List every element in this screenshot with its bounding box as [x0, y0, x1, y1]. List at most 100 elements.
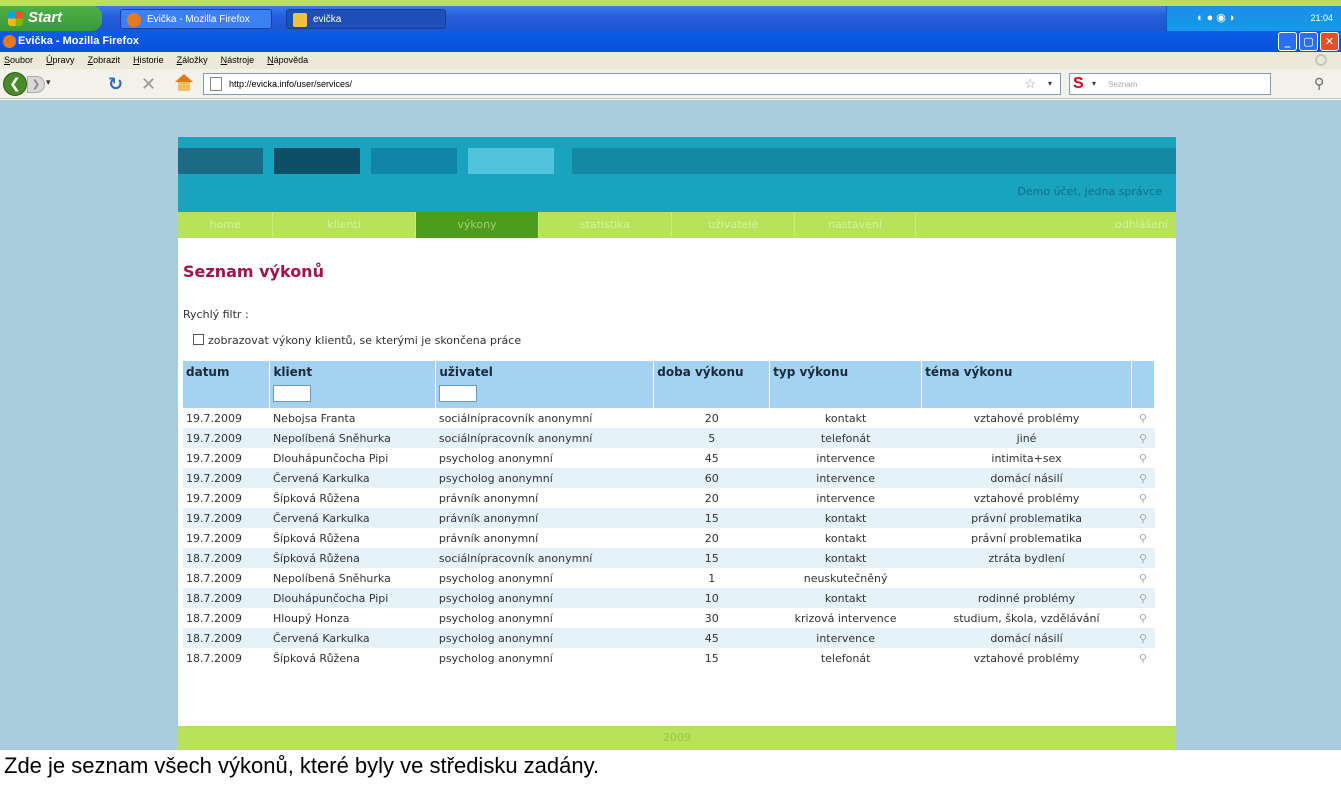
menu-historie[interactable]: Historie — [133, 55, 164, 69]
nav-home[interactable]: home — [178, 212, 273, 238]
nav-logout[interactable]: odhlášení — [916, 212, 1176, 238]
services-table: datum klient uživatel doba výkonu typ vý… — [183, 361, 1156, 668]
detail-magnifier-icon[interactable]: ⚲ — [1131, 468, 1155, 488]
column-header-uzivatel[interactable]: uživatel — [435, 361, 655, 408]
cell-datum: 18.7.2009 — [183, 588, 270, 608]
table-row[interactable]: 19.7.2009 Dlouhápunčocha Pipi psycholog an… — [183, 448, 1155, 468]
address-bar[interactable]: http://evicka.info/user/services/ ☆ ▾ — [203, 73, 1061, 95]
user-filter-input[interactable] — [439, 385, 478, 402]
menu-zalozky[interactable]: Záložky — [177, 55, 208, 69]
table-row[interactable]: 19.7.2009 Červená Karkulka psycholog anony… — [183, 468, 1155, 488]
table-row[interactable]: 18.7.2009 Šípková Růžena sociálnípracovník… — [183, 548, 1155, 568]
table-row[interactable]: 19.7.2009 Šípková Růžena právník anonymní 2… — [183, 528, 1155, 548]
finished-clients-filter[interactable]: zobrazovat výkony klientů, se kterými je… — [193, 334, 521, 347]
cell-typ: intervence — [769, 488, 922, 508]
table-row[interactable]: 19.7.2009 Šípková Růžena právník anonymní 2… — [183, 488, 1155, 508]
maximize-button[interactable]: ▢ — [1299, 32, 1318, 51]
nav-uzivatele[interactable]: uživatelé — [672, 212, 795, 238]
history-dropdown-icon[interactable]: ▾ — [46, 78, 51, 88]
cell-doba: 15 — [653, 648, 770, 668]
cell-klient: Nepolíbená Sněhurka — [269, 568, 436, 588]
table-row[interactable]: 18.7.2009 Dlouhápunčocha Pipi psycholog an… — [183, 588, 1155, 608]
table-row[interactable]: 19.7.2009 Nebojsa Franta sociálnípracovník… — [183, 408, 1155, 428]
detail-magnifier-icon[interactable]: ⚲ — [1131, 648, 1155, 668]
nav-statistika[interactable]: statistika — [539, 212, 672, 238]
nav-nastaveni[interactable]: nastavení — [795, 212, 916, 238]
cell-datum: 18.7.2009 — [183, 568, 270, 588]
cell-uzivatel: psycholog anonymní — [435, 608, 654, 628]
stop-icon[interactable]: ✕ — [141, 74, 156, 95]
table-row[interactable]: 18.7.2009 Šípková Růžena psycholog anonymn… — [183, 648, 1155, 668]
cell-uzivatel: psycholog anonymní — [435, 468, 654, 488]
detail-magnifier-icon[interactable]: ⚲ — [1131, 548, 1155, 568]
bookmark-star-icon[interactable]: ☆ — [1024, 76, 1036, 92]
column-header-tema[interactable]: téma výkonu — [921, 361, 1132, 408]
tray-icons[interactable]: ◐●◉◗ — [1197, 11, 1239, 24]
cell-tema: právní problematika — [921, 508, 1132, 528]
table-row[interactable]: 18.7.2009 Nepolíbená Sněhurka psycholog an… — [183, 568, 1155, 588]
start-button[interactable]: Start — [0, 6, 102, 31]
table-row[interactable]: 19.7.2009 Nepolíbená Sněhurka sociálníprac… — [183, 428, 1155, 448]
detail-magnifier-icon[interactable]: ⚲ — [1131, 628, 1155, 648]
cell-doba: 1 — [653, 568, 770, 588]
url-dropdown-icon[interactable]: ▾ — [1048, 79, 1052, 88]
detail-magnifier-icon[interactable]: ⚲ — [1131, 408, 1155, 428]
minimize-button[interactable]: _ — [1278, 32, 1297, 51]
cell-typ: kontakt — [769, 508, 922, 528]
taskbar-item-firefox[interactable]: Evička - Mozilla Firefox — [120, 9, 272, 29]
menu-soubor[interactable]: Soubor — [4, 55, 33, 69]
column-header-klient[interactable]: klient — [269, 361, 437, 408]
column-header-datum[interactable]: datum — [183, 361, 271, 408]
menu-nastroje[interactable]: Nástroje — [221, 55, 255, 69]
cell-doba: 15 — [653, 508, 770, 528]
firefox-icon — [127, 13, 141, 27]
site-footer: 2009 — [178, 726, 1176, 750]
taskbar-item-folder[interactable]: evička — [286, 9, 446, 29]
cell-tema: vztahové problémy — [921, 408, 1132, 428]
cell-tema: vztahové problémy — [921, 488, 1132, 508]
page-icon — [210, 77, 222, 91]
finished-clients-checkbox[interactable] — [193, 334, 204, 345]
forward-button[interactable]: ❯ — [27, 76, 45, 93]
table-row[interactable]: 18.7.2009 Červená Karkulka psycholog anony… — [183, 628, 1155, 648]
detail-magnifier-icon[interactable]: ⚲ — [1131, 588, 1155, 608]
search-input[interactable]: S ▾ Seznam — [1069, 73, 1271, 95]
table-body: 19.7.2009 Nebojsa Franta sociálnípracovník… — [183, 408, 1155, 668]
nav-klienti[interactable]: klienti — [273, 212, 416, 238]
table-row[interactable]: 18.7.2009 Hloupý Honza psycholog anonymní 3… — [183, 608, 1155, 628]
column-header-doba[interactable]: doba výkonu — [653, 361, 771, 408]
close-button[interactable]: ✕ — [1320, 32, 1339, 51]
detail-magnifier-icon[interactable]: ⚲ — [1131, 488, 1155, 508]
menu-zobrazit[interactable]: Zobrazit — [88, 55, 121, 69]
search-icon[interactable]: ⚲ — [1314, 76, 1324, 92]
detail-magnifier-icon[interactable]: ⚲ — [1131, 568, 1155, 588]
menu-upravy[interactable]: Úpravy — [46, 55, 75, 69]
cell-klient: Nebojsa Franta — [269, 408, 436, 428]
home-icon[interactable] — [175, 74, 193, 91]
cell-typ: intervence — [769, 448, 922, 468]
reload-icon[interactable]: ↻ — [108, 74, 123, 95]
main-navigation: home klienti výkony statistika uživatelé… — [178, 212, 1176, 238]
detail-magnifier-icon[interactable]: ⚲ — [1131, 508, 1155, 528]
search-engine-dropdown-icon[interactable]: ▾ — [1092, 79, 1096, 88]
address-url: http://evicka.info/user/services/ — [229, 79, 353, 89]
column-header-typ[interactable]: typ výkonu — [769, 361, 923, 408]
page-title: Seznam výkonů — [183, 262, 324, 281]
nav-vykony[interactable]: výkony — [416, 212, 539, 238]
detail-magnifier-icon[interactable]: ⚲ — [1131, 428, 1155, 448]
search-engine-icon[interactable]: S — [1073, 75, 1084, 93]
table-row[interactable]: 19.7.2009 Červená Karkulka právník anonymn… — [183, 508, 1155, 528]
taskbar-item-label: Evička - Mozilla Firefox — [147, 14, 250, 25]
client-filter-input[interactable] — [273, 385, 312, 402]
detail-magnifier-icon[interactable]: ⚲ — [1131, 608, 1155, 628]
detail-magnifier-icon[interactable]: ⚲ — [1131, 528, 1155, 548]
cell-tema: rodinné problémy — [921, 588, 1132, 608]
cell-datum: 19.7.2009 — [183, 428, 270, 448]
detail-magnifier-icon[interactable]: ⚲ — [1131, 448, 1155, 468]
back-button[interactable]: ❮ — [3, 72, 27, 96]
cell-datum: 19.7.2009 — [183, 468, 270, 488]
system-tray: ◐●◉◗ 21:04 — [1166, 6, 1341, 31]
firefox-icon — [3, 35, 16, 48]
menu-napoveda[interactable]: Nápověda — [267, 55, 308, 69]
cell-typ: telefonát — [769, 648, 922, 668]
